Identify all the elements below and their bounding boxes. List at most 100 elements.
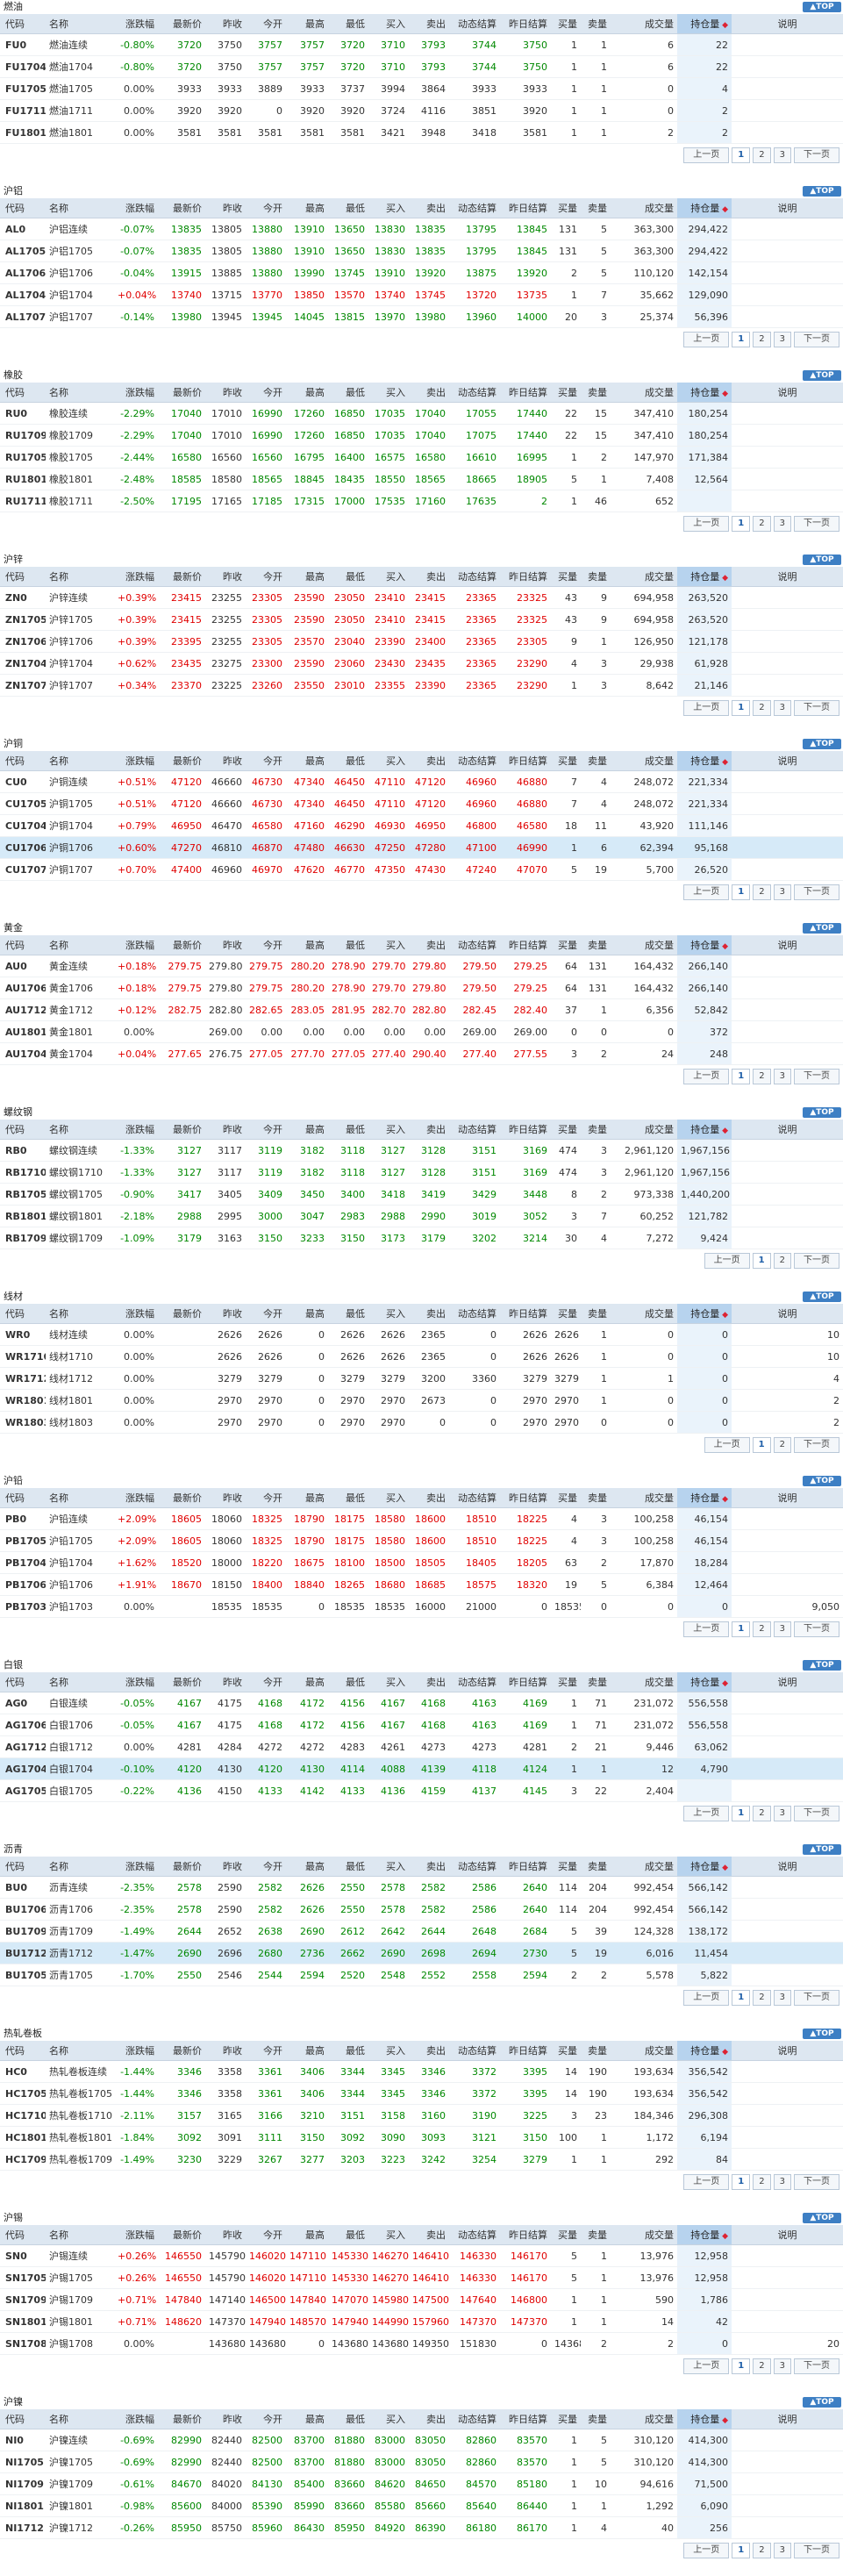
contract-code[interactable]: SN1705 [0,2266,46,2289]
contract-code[interactable]: CU1704 [0,814,46,837]
contract-code[interactable]: RB1709 [0,1227,46,1249]
contract-name[interactable]: 沪镍1712 [46,2516,114,2539]
page-number-button[interactable]: 3 [773,516,791,532]
table-row[interactable]: AL0 沪铝连续 -0.07% 13835 13805 13880 13910 13650 13… [0,218,843,240]
prev-page-button[interactable]: 上一页 [683,332,730,347]
table-row[interactable]: WR1710线材17100.00%26262626026262626236502… [0,1345,843,1368]
back-to-top-button[interactable]: ▲TOP [803,186,841,197]
contract-code[interactable]: BU1705 [0,1964,46,1986]
contract-code[interactable]: AU1801 [0,1020,46,1043]
contract-name[interactable]: 白银1705 [46,1779,114,1802]
prev-page-button[interactable]: 上一页 [683,1621,730,1637]
next-page-button[interactable]: 下一页 [794,1069,839,1084]
page-number-button[interactable]: 1 [732,700,751,716]
contract-code[interactable]: HC1709 [0,2148,46,2171]
page-number-button[interactable]: 1 [752,1437,771,1453]
contract-name[interactable]: 热轧卷板1709 [46,2148,114,2171]
table-row[interactable]: RU1711 橡胶1711 -2.50% 17195 17165 17185 17315 17… [0,490,843,512]
table-row[interactable]: RU1801 橡胶1801 -2.48% 18585 18580 18565 18845 18… [0,468,843,490]
page-number-button[interactable]: 1 [732,516,751,532]
next-page-button[interactable]: 下一页 [794,2174,839,2190]
table-row[interactable]: AG1704 白银1704 -0.10% 4120 4130 4120 4130 4114 40… [0,1757,843,1780]
contract-code[interactable]: AL1706 [0,261,46,284]
next-page-button[interactable]: 下一页 [794,1437,839,1453]
back-to-top-button[interactable]: ▲TOP [803,2397,841,2408]
prev-page-button[interactable]: 上一页 [683,884,730,900]
table-row[interactable]: PB1705 沪铅1705 +2.09% 18605 18060 18325 18790 18… [0,1529,843,1552]
column-header[interactable]: 持仓量 ◆ [677,2041,732,2061]
table-row[interactable]: CU1706 沪铜1706 +0.60% 47270 46810 46870 47480 46… [0,836,843,859]
page-number-button[interactable]: 2 [753,2358,771,2374]
contract-name[interactable]: 线材1712 [46,1367,114,1390]
table-row[interactable]: HC1709 热轧卷板1709 -1.49% 3230 3229 3267 3277 3203… [0,2148,843,2171]
table-row[interactable]: BU1705 沥青1705 -1.70% 2550 2546 2544 2594 2520 25… [0,1964,843,1986]
back-to-top-button[interactable]: ▲TOP [803,923,841,934]
table-row[interactable]: SN1709 沪锡1709 +0.71% 147840 147140 146500 1478… [0,2288,843,2311]
page-number-button[interactable]: 1 [732,1806,751,1821]
contract-name[interactable]: 螺纹钢1710 [46,1161,114,1184]
contract-code[interactable]: ZN0 [0,586,46,609]
back-to-top-button[interactable]: ▲TOP [803,370,841,381]
table-row[interactable]: NI1709 沪镍1709 -0.61% 84670 84020 84130 85400 83… [0,2472,843,2495]
contract-name[interactable]: 燃油1711 [46,99,114,122]
page-number-button[interactable]: 3 [773,1806,791,1821]
table-row[interactable]: AU1704 黄金1704 +0.04% 277.65 276.75 277.05 277.… [0,1042,843,1065]
table-row[interactable]: AU1706 黄金1706 +0.18% 279.75 279.80 279.75 280.… [0,977,843,999]
contract-code[interactable]: PB1706 [0,1573,46,1596]
table-row[interactable]: SN1708 沪锡1708 0.00% 143680 143680 0 143680 1436… [0,2332,843,2355]
contract-name[interactable]: 黄金1704 [46,1042,114,1065]
prev-page-button[interactable]: 上一页 [683,2174,730,2190]
back-to-top-button[interactable]: ▲TOP [803,555,841,565]
contract-name[interactable]: 线材1710 [46,1345,114,1368]
contract-name[interactable]: 沪锌1707 [46,674,114,697]
next-page-button[interactable]: 下一页 [794,1806,839,1821]
table-row[interactable]: RU1709 橡胶1709 -2.29% 17040 17010 16990 17260 16… [0,424,843,447]
table-row[interactable]: NI0 沪镍连续 -0.69% 82990 82440 82500 83700 81880 83… [0,2429,843,2451]
next-page-button[interactable]: 下一页 [794,884,839,900]
table-row[interactable]: AU1801 黄金1801 0.00% 269.00 0.00 0.00 0.00 0.00 0… [0,1020,843,1043]
page-number-button[interactable]: 2 [753,147,771,163]
contract-name[interactable]: 沪铝1707 [46,305,114,328]
contract-code[interactable]: FU0 [0,33,46,56]
table-row[interactable]: RU0 橡胶连续 -2.29% 17040 17010 16990 17260 16850 17… [0,402,843,425]
contract-code[interactable]: BU1706 [0,1898,46,1921]
contract-code[interactable]: NI1709 [0,2472,46,2495]
column-header[interactable]: 持仓量 ◆ [677,1304,732,1324]
contract-code[interactable]: AU0 [0,955,46,977]
page-number-button[interactable]: 2 [773,1437,791,1453]
contract-name[interactable]: 黄金1706 [46,977,114,999]
contract-name[interactable]: 沪铜1705 [46,792,114,815]
column-header[interactable]: 持仓量 ◆ [677,2409,732,2429]
table-row[interactable]: AG0 白银连续 -0.05% 4167 4175 4168 4172 4156 4167 416… [0,1692,843,1714]
contract-name[interactable]: 沪锡1709 [46,2288,114,2311]
contract-code[interactable]: BU0 [0,1876,46,1899]
table-row[interactable]: BU1706 沥青1706 -2.35% 2578 2590 2582 2626 2550 25… [0,1898,843,1921]
contract-name[interactable]: 沪铅1703 [46,1595,114,1618]
prev-page-button[interactable]: 上一页 [704,1437,750,1453]
table-row[interactable]: CU1707 沪铜1707 +0.70% 47400 46960 46970 47620 46… [0,858,843,881]
contract-name[interactable]: 螺纹钢1801 [46,1205,114,1227]
table-row[interactable]: BU1712 沥青1712 -1.47% 2690 2696 2680 2736 2662 26… [0,1942,843,1964]
page-number-button[interactable]: 3 [773,2358,791,2374]
table-row[interactable]: AL1707 沪铝1707 -0.14% 13980 13945 13945 14045 13… [0,305,843,328]
contract-code[interactable]: RU1705 [0,446,46,469]
contract-code[interactable]: AU1706 [0,977,46,999]
table-row[interactable]: NI1705 沪镍1705 -0.69% 82990 82440 82500 83700 81… [0,2451,843,2473]
contract-name[interactable]: 沪铜连续 [46,770,114,793]
contract-code[interactable]: ZN1704 [0,652,46,675]
back-to-top-button[interactable]: ▲TOP [803,739,841,749]
table-row[interactable]: RB0 螺纹钢连续 -1.33% 3127 3117 3119 3182 3118 3127 31… [0,1139,843,1162]
page-number-button[interactable]: 1 [752,1253,771,1269]
page-number-button[interactable]: 2 [753,700,771,716]
contract-code[interactable]: AG1712 [0,1735,46,1758]
table-row[interactable]: ZN0 沪锌连续 +0.39% 23415 23255 23305 23590 23050 23… [0,586,843,609]
next-page-button[interactable]: 下一页 [794,2543,839,2558]
page-number-button[interactable]: 3 [773,147,791,163]
contract-name[interactable]: 沥青1712 [46,1942,114,1964]
contract-code[interactable]: WR0 [0,1323,46,1346]
back-to-top-button[interactable]: ▲TOP [803,1107,841,1118]
table-row[interactable]: NI1712 沪镍1712 -0.26% 85950 85750 85960 86430 85… [0,2516,843,2539]
prev-page-button[interactable]: 上一页 [683,147,730,163]
table-row[interactable]: AU1712 黄金1712 +0.12% 282.75 282.80 282.65 283.… [0,998,843,1021]
table-row[interactable]: ZN1705 沪锌1705 +0.39% 23415 23255 23305 23590 23… [0,608,843,631]
